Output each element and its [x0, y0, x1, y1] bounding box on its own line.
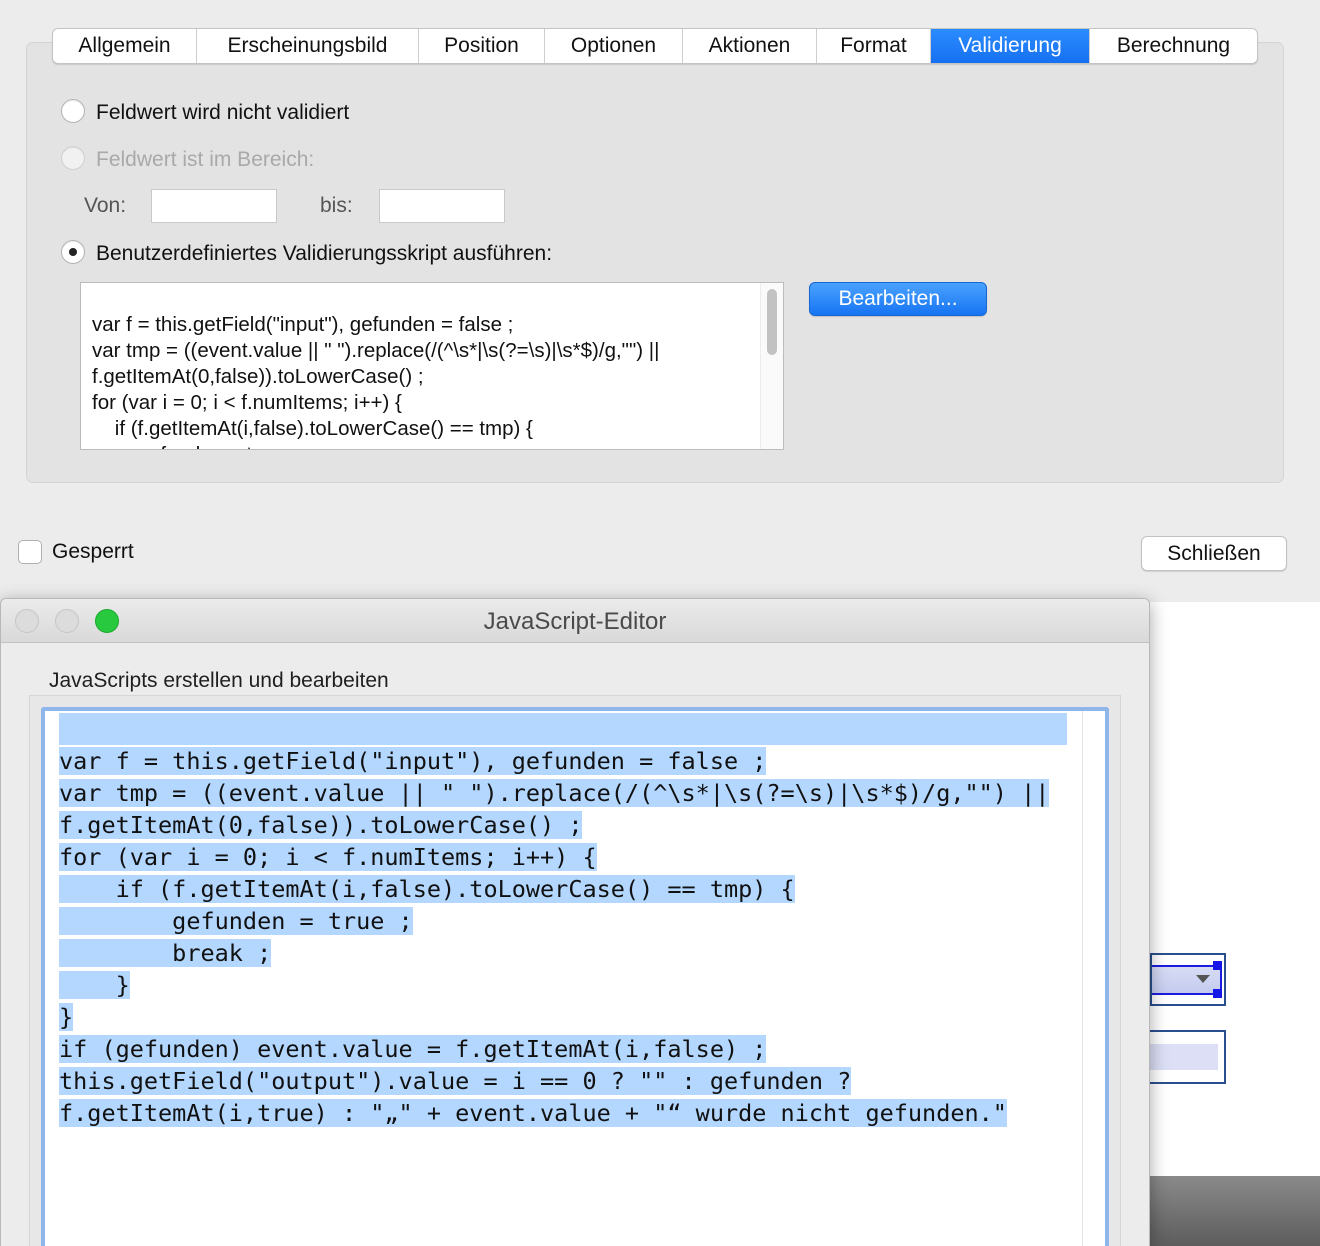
radio-no-validation[interactable] — [61, 99, 85, 123]
script-preview-text: var f = this.getField("input"), gefunden… — [92, 313, 660, 449]
radio-selected-dot — [69, 248, 77, 256]
range-to-label: bis: — [320, 194, 353, 217]
window-minimize-button[interactable] — [55, 609, 79, 633]
code-line: gefunden = true ; — [59, 907, 413, 935]
code-line: this.getField("output").value = i == 0 ?… — [59, 1067, 852, 1095]
combobox-field-input[interactable] — [1150, 953, 1226, 1006]
code-line — [59, 713, 1067, 745]
text-field-output[interactable] — [1150, 1030, 1226, 1084]
code-editor-scrollbar[interactable] — [1082, 711, 1105, 1246]
tab-aktionen[interactable]: Aktionen — [683, 29, 817, 63]
code-line: if (gefunden) event.value = f.getItemAt(… — [59, 1035, 767, 1063]
dropdown-arrow-icon — [1196, 975, 1210, 983]
code-line: for (var i = 0; i < f.numItems; i++) { — [59, 843, 597, 871]
tab-validierung[interactable]: Validierung — [931, 29, 1090, 63]
window-zoom-button[interactable] — [95, 609, 119, 633]
resize-handle[interactable] — [1213, 961, 1222, 970]
code-text[interactable]: var f = this.getField("input"), gefunden… — [59, 713, 1067, 1129]
editor-heading: JavaScripts erstellen und bearbeiten — [49, 669, 389, 692]
locked-checkbox[interactable] — [18, 540, 42, 564]
code-line: if (f.getItemAt(i,false).toLowerCase() =… — [59, 875, 795, 903]
code-line: var f = this.getField("input"), gefunden… — [59, 747, 767, 775]
range-from-input[interactable] — [151, 189, 277, 223]
properties-dialog: Allgemein Erscheinungsbild Position Opti… — [0, 0, 1320, 602]
script-preview-scroll-thumb[interactable] — [767, 289, 777, 355]
script-preview[interactable]: var f = this.getField("input"), gefunden… — [80, 282, 784, 450]
tab-erscheinungsbild[interactable]: Erscheinungsbild — [197, 29, 419, 63]
radio-custom-script[interactable] — [61, 240, 85, 264]
locked-label: Gesperrt — [52, 540, 134, 563]
tab-position[interactable]: Position — [419, 29, 545, 63]
document-page — [1150, 602, 1320, 1246]
radio-custom-script-label: Benutzerdefiniertes Validierungsskript a… — [96, 242, 553, 265]
tab-berechnung[interactable]: Berechnung — [1090, 29, 1257, 63]
radio-range-validation-label: Feldwert ist im Bereich: — [96, 148, 315, 171]
tab-bar: Allgemein Erscheinungsbild Position Opti… — [52, 28, 1258, 64]
close-button[interactable]: Schließen — [1141, 536, 1287, 571]
tab-format[interactable]: Format — [817, 29, 931, 63]
code-editor[interactable]: var f = this.getField("input"), gefunden… — [41, 707, 1109, 1246]
range-from-label: Von: — [84, 194, 127, 217]
resize-handle[interactable] — [1213, 989, 1222, 998]
javascript-editor-window: JavaScript-Editor JavaScripts erstellen … — [0, 598, 1150, 1246]
tab-optionen[interactable]: Optionen — [545, 29, 683, 63]
window-close-button[interactable] — [15, 609, 39, 633]
radio-range-validation — [61, 146, 85, 170]
range-to-input[interactable] — [379, 189, 505, 223]
code-line: f.getItemAt(0,false)).toLowerCase() ; — [59, 811, 583, 839]
text-field-highlight — [1150, 1044, 1218, 1070]
script-preview-scrollbar[interactable] — [760, 283, 783, 449]
code-line: var tmp = ((event.value || " ").replace(… — [59, 779, 1050, 807]
tab-allgemein[interactable]: Allgemein — [53, 29, 197, 63]
combobox-field-highlight — [1152, 965, 1222, 995]
code-line: f.getItemAt(i,true) : "„" + event.value … — [59, 1099, 1007, 1127]
window-title: JavaScript-Editor — [483, 608, 667, 635]
code-line: } — [59, 1003, 74, 1031]
radio-no-validation-label: Feldwert wird nicht validiert — [96, 101, 350, 124]
code-line: } — [59, 971, 130, 999]
edit-script-button[interactable]: Bearbeiten... — [809, 282, 987, 316]
code-line: break ; — [59, 939, 272, 967]
document-page-edge — [1150, 1176, 1320, 1246]
